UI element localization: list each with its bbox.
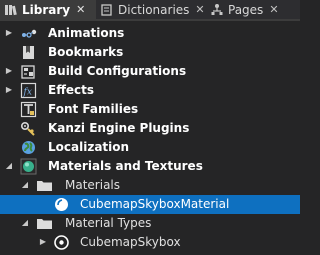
tree-item-label: Localization: [48, 140, 130, 154]
tab-library-label: Library: [22, 2, 71, 17]
tab-library[interactable]: Library ✕: [0, 0, 96, 19]
tree-item-bookmarks[interactable]: Bookmarks: [0, 43, 300, 62]
tab-dictionaries[interactable]: Dictionaries ✕: [100, 0, 205, 19]
tree-item-cubemapskyboxmaterial[interactable]: CubemapSkyboxMaterial: [0, 195, 300, 214]
animation-icon: [20, 25, 37, 42]
book-icon: [100, 3, 114, 17]
expand-arrow-icon[interactable]: ▶: [4, 28, 14, 38]
tree-item-label: CubemapSkybox: [80, 235, 181, 249]
tab-pages[interactable]: Pages ✕: [210, 0, 295, 19]
tree-item-font-families[interactable]: Font Families: [0, 100, 300, 119]
fx-icon: fx: [20, 82, 37, 99]
plugin-icon: [20, 120, 37, 137]
tree-item-localization[interactable]: Localization: [0, 138, 300, 157]
collapse-arrow-icon[interactable]: ◢: [20, 180, 30, 190]
collapse-arrow-icon[interactable]: ◢: [20, 218, 30, 228]
tree-item-label: Materials and Textures: [48, 159, 203, 173]
tree-item-label: CubemapSkyboxMaterial: [80, 197, 230, 211]
tree-item-materials[interactable]: ◢ Materials: [0, 176, 300, 195]
build-icon: [20, 63, 37, 80]
tree-item-label: Materials: [65, 178, 121, 192]
tree-item-label: Material Types: [65, 216, 152, 230]
collapse-arrow-icon[interactable]: ◢: [4, 161, 14, 171]
tree-item-materials-and-textures[interactable]: ◢ Materials and Textures: [0, 157, 300, 176]
tree-item-label: Font Families: [48, 102, 139, 116]
expand-arrow-icon[interactable]: ▶: [38, 237, 48, 247]
close-icon[interactable]: ✕: [195, 3, 204, 16]
library-panel: Library ✕ Dictionaries ✕ Pages ✕ ▶ Anima…: [0, 0, 300, 255]
material-icon: [53, 196, 70, 213]
folder-icon: [36, 215, 53, 232]
font-icon: [20, 101, 37, 118]
material-type-icon: [53, 234, 70, 251]
tree-item-effects[interactable]: ▶ fx Effects: [0, 81, 300, 100]
library-tree: ▶ Animations Bookmarks ▶ Build Configura…: [0, 21, 300, 255]
tree-item-label: Effects: [48, 83, 95, 97]
tree-item-cubemapskybox[interactable]: ▶ CubemapSkybox: [0, 233, 300, 252]
tab-strip: Library ✕ Dictionaries ✕ Pages ✕: [0, 0, 300, 19]
tree-item-label: Animations: [48, 26, 125, 40]
globe-icon: [20, 139, 37, 156]
pages-icon: [210, 3, 224, 17]
tree-item-label: Kanzi Engine Plugins: [48, 121, 190, 135]
tree-item-kanzi-engine-plugins[interactable]: Kanzi Engine Plugins: [0, 119, 300, 138]
library-icon: [4, 3, 18, 17]
tree-item-label: Build Configurations: [48, 64, 187, 78]
tree-item-label: Bookmarks: [48, 45, 124, 59]
sphere-icon: [20, 158, 37, 175]
folder-icon: [36, 177, 53, 194]
tree-item-build-configurations[interactable]: ▶ Build Configurations: [0, 62, 300, 81]
expand-arrow-icon[interactable]: ▶: [4, 85, 14, 95]
tree-item-animations[interactable]: ▶ Animations: [0, 24, 300, 43]
close-icon[interactable]: ✕: [269, 3, 278, 16]
tree-item-material-types[interactable]: ◢ Material Types: [0, 214, 300, 233]
expand-arrow-icon[interactable]: ▶: [4, 66, 14, 76]
bookmark-icon: [20, 44, 37, 61]
close-icon[interactable]: ✕: [76, 3, 85, 16]
svg-text:fx: fx: [23, 88, 32, 98]
tab-dictionaries-label: Dictionaries: [118, 2, 190, 17]
tab-pages-label: Pages: [228, 2, 264, 17]
